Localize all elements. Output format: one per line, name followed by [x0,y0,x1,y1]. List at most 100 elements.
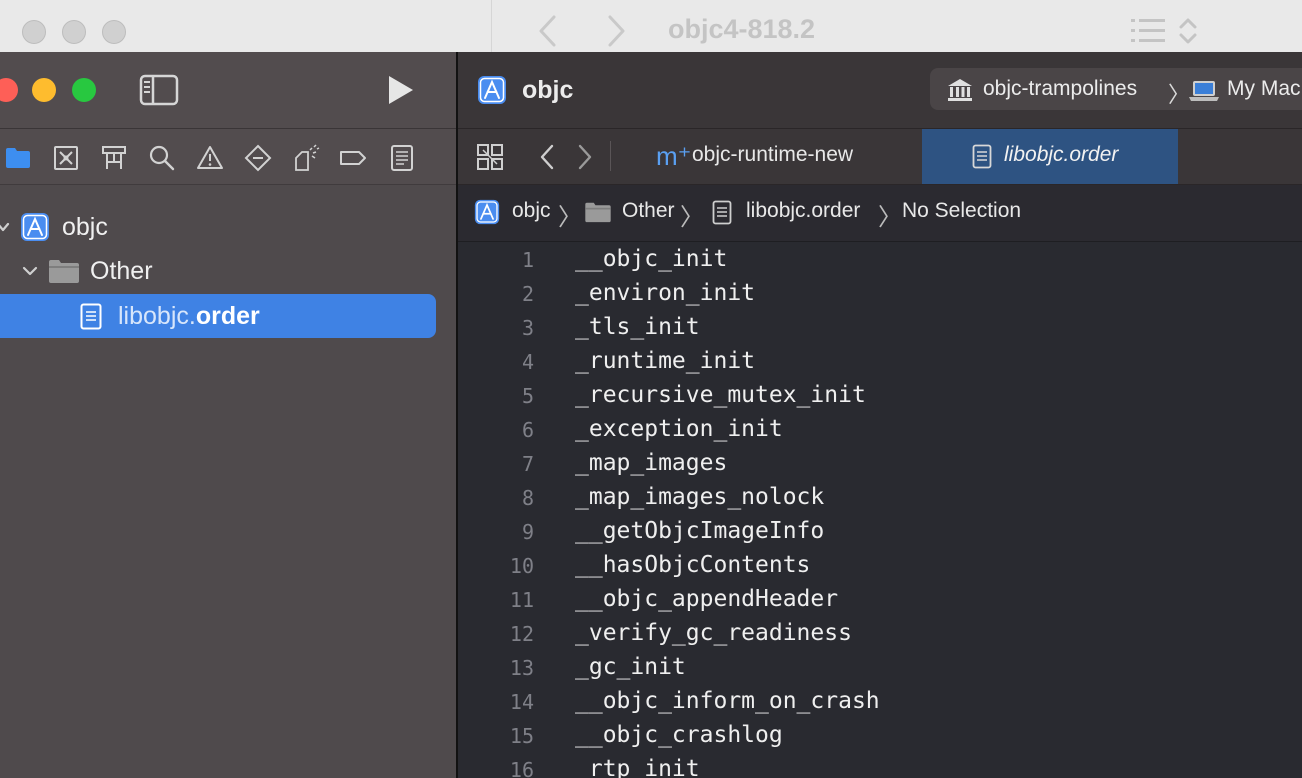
source-editor[interactable]: 1 __objc_init 2 _environ_init 3 _tls_init 4… [458,242,1302,778]
bg-back-chevron-icon[interactable] [536,14,558,48]
disclosure-chevron-down-icon[interactable] [0,221,10,233]
find-magnifier-icon[interactable] [148,144,176,172]
tab-separator [610,141,611,171]
tree-project-label: objc [62,213,108,241]
sidebar-toggle-icon[interactable] [139,74,179,106]
line-text[interactable]: __hasObjcContents [575,552,810,578]
jump-bar-project[interactable]: objc [512,199,551,223]
scheme-chevron-icon: 〉 [1168,82,1191,107]
back-chevron-icon[interactable] [538,143,556,171]
line-number: 15 [509,724,534,748]
code-line: 3 _tls_init [458,312,1302,346]
code-line: 9 __getObjcImageInfo [458,516,1302,550]
line-number: 7 [521,452,534,476]
line-number: 10 [509,554,534,578]
tree-row-group[interactable]: Other [0,249,456,293]
code-line: 14 __objc_inform_on_crash [458,686,1302,720]
line-number: 12 [509,622,534,646]
jump-bar-group[interactable]: Other [622,199,675,223]
line-text[interactable]: _recursive_mutex_init [575,382,866,408]
jump-bar-chevron-icon: 〉 [680,204,704,231]
code-line: 15 __objc_crashlog [458,720,1302,754]
breakpoint-icon[interactable] [339,144,367,172]
bg-updown-chevron-icon[interactable] [1178,16,1198,46]
issue-warning-icon[interactable] [196,144,224,172]
code-line: 16 _rtp_init [458,754,1302,778]
line-text[interactable]: _map_images_nolock [575,484,824,510]
editor-tab-bar: m⁺ objc-runtime-new libobjc.order [458,129,1302,185]
bg-close-button[interactable] [22,20,46,44]
line-number: 1 [521,248,534,272]
disclosure-chevron-down-icon[interactable] [22,265,38,277]
code-line: 11 __objc_appendHeader [458,584,1302,618]
jump-bar-file[interactable]: libobjc.order [746,199,860,223]
line-text[interactable]: _runtime_init [575,348,755,374]
bg-forward-chevron-icon[interactable] [606,14,628,48]
symbol-hierarchy-icon[interactable] [100,144,128,172]
line-text[interactable]: _environ_init [575,280,755,306]
line-number: 8 [521,486,534,510]
tab-libobjc-order-active[interactable]: libobjc.order [922,129,1178,184]
text-file-icon [972,144,992,169]
xcode-project-icon [478,76,506,104]
line-text[interactable]: __objc_appendHeader [575,586,838,612]
close-button[interactable] [0,78,18,102]
navigator-selector-bar [0,129,456,185]
line-number: 11 [509,588,534,612]
line-text[interactable]: _tls_init [575,314,700,340]
line-text[interactable]: __getObjcImageInfo [575,518,824,544]
line-text[interactable]: _exception_init [575,416,783,442]
group-folder-icon [585,202,611,223]
zoom-button[interactable] [72,78,96,102]
tree-row-project[interactable]: objc [0,205,456,249]
tree-file-label: libobjc.order [118,302,260,331]
jump-bar-chevron-icon: 〉 [878,204,902,231]
bg-list-icon[interactable] [1130,16,1166,46]
scheme-selector[interactable]: objc-trampolines 〉 My Mac [930,68,1302,110]
report-icon[interactable] [388,144,416,172]
run-destination[interactable]: My Mac [1227,77,1301,101]
source-control-icon[interactable] [52,144,80,172]
tab-label: objc-runtime-new [692,143,854,166]
minimize-button[interactable] [32,78,56,102]
code-line: 4 _runtime_init [458,346,1302,380]
line-text[interactable]: _map_images [575,450,727,476]
code-line: 10 __hasObjcContents [458,550,1302,584]
file-base-name: libobjc. [118,302,196,330]
code-line: 7 _map_images [458,448,1302,482]
xcode-project-icon [474,199,500,225]
line-number: 16 [509,758,534,778]
file-extension: order [195,302,260,330]
debug-spray-icon[interactable] [292,144,320,172]
related-items-grid-icon[interactable] [476,143,504,171]
scheme-name[interactable]: objc-trampolines [983,77,1137,101]
line-text[interactable]: _rtp_init [575,756,700,778]
line-text[interactable]: __objc_init [575,246,727,272]
jump-bar-chevron-icon: 〉 [558,204,582,231]
forward-chevron-icon[interactable] [576,143,594,171]
test-diamond-icon[interactable] [244,144,272,172]
line-number: 9 [521,520,534,544]
bg-zoom-button[interactable] [102,20,126,44]
tab-label: libobjc.order [1004,143,1119,166]
code-line: 5 _recursive_mutex_init [458,380,1302,414]
run-play-icon[interactable] [386,74,416,106]
project-title: objc [522,76,574,104]
line-text[interactable]: _verify_gc_readiness [575,620,852,646]
line-text[interactable]: __objc_crashlog [575,722,783,748]
laptop-icon [1189,81,1219,101]
jump-bar-selection[interactable]: No Selection [902,199,1021,223]
code-line: 6 _exception_init [458,414,1302,448]
line-text[interactable]: __objc_inform_on_crash [575,688,880,714]
bg-minimize-button[interactable] [62,20,86,44]
text-file-icon [712,200,732,225]
line-text[interactable]: _gc_init [575,654,686,680]
folder-icon[interactable] [4,144,32,172]
bank-building-icon [948,79,972,101]
tree-row-file-selected[interactable]: libobjc.order [0,294,436,338]
toolbar-left [0,52,456,129]
xcode-project-icon [21,213,49,241]
group-folder-icon [49,260,79,283]
tab-objc-runtime-new[interactable]: m⁺ objc-runtime-new [648,129,918,184]
line-number: 3 [521,316,534,340]
